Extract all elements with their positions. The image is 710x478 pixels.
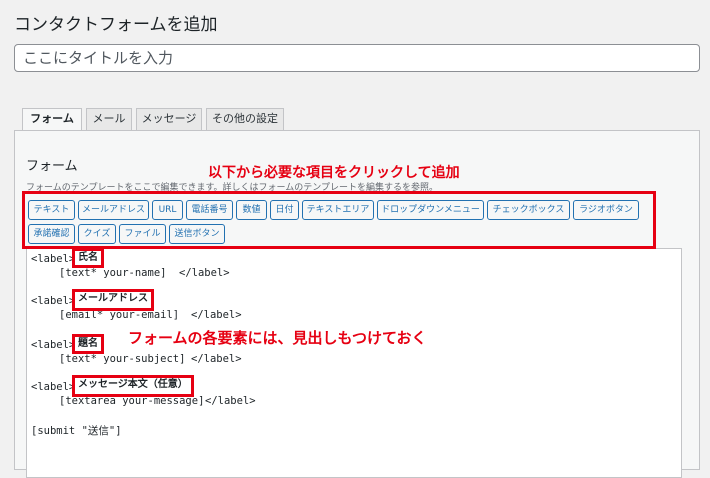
code-submit: [submit "送信"] [31,425,122,437]
code-label-close: </label> [205,395,256,407]
tab-other-settings[interactable]: その他の設定 [206,108,284,130]
code-label-open: <label> [31,339,76,351]
title-input-placeholder: ここにタイトルを入力 [23,49,174,67]
code-label-open: <label> [31,253,76,265]
code-label-open: <label> [31,295,76,307]
title-input[interactable]: ここにタイトルを入力 [14,44,700,72]
section-title: フォーム [26,159,78,174]
annotation-top-callout: 以下から必要な項目をクリックして追加 [208,165,460,181]
tab-mail[interactable]: メール [86,108,132,130]
code-shortcode-name: [text* your-name] [59,267,167,279]
form-template-editor[interactable]: <label> [text* your-name] </label> <labe… [26,248,682,478]
code-label-close: </label> [179,267,230,279]
label-highlight-subject: 題名 [72,334,104,354]
code-shortcode-subject: [text* your-subject] [59,353,186,365]
annotation-middle-callout: フォームの各要素には、見出しもつけておく [128,329,427,347]
label-highlight-email: メールアドレス [72,289,154,311]
page-title: コンタクトフォームを追加 [14,15,218,35]
code-label-open: <label> [31,381,76,393]
tab-messages[interactable]: メッセージ [136,108,202,130]
code-label-close: </label> [191,309,242,321]
tab-form[interactable]: フォーム [22,108,82,131]
label-highlight-name: 氏名 [72,248,104,268]
annotation-tag-buttons-frame [22,191,656,249]
label-highlight-message: メッセージ本文（任意） [72,375,194,397]
code-label-close: </label> [191,353,242,365]
